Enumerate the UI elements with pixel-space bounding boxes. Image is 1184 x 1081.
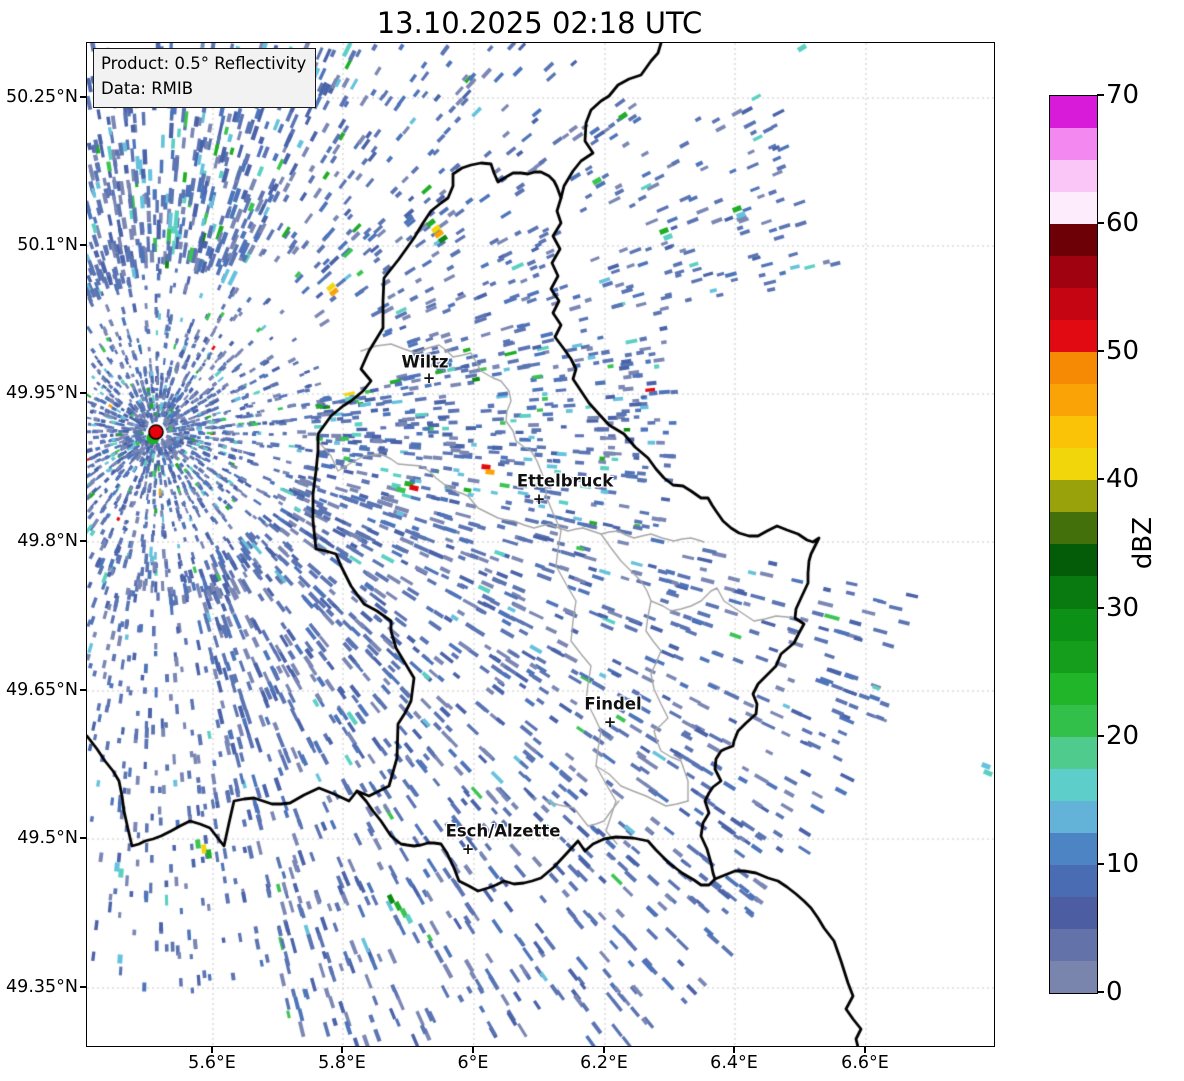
colorbar-tick-label: 50	[1106, 336, 1140, 367]
colorbar-tickmark	[1097, 606, 1104, 609]
colorbar-tick-label: 10	[1106, 848, 1140, 879]
city-marker: +	[532, 490, 546, 508]
lat-tickmark	[80, 244, 86, 246]
colorbar-segment	[1050, 128, 1097, 161]
lat-tick-label: 49.95°N	[6, 383, 78, 403]
lon-tickmark	[341, 1047, 343, 1053]
colorbar-segment	[1050, 544, 1097, 577]
colorbar-tick-label: 20	[1106, 720, 1140, 751]
colorbar-segment	[1050, 384, 1097, 417]
colorbar-tick-label: 30	[1106, 592, 1140, 623]
colorbar-segment	[1050, 672, 1097, 705]
colorbar-tickmark	[1097, 862, 1104, 865]
map-frame: Product: 0.5° Reflectivity Data: RMIB	[86, 42, 995, 1047]
colorbar-segment	[1050, 640, 1097, 673]
colorbar-tickmark	[1097, 222, 1104, 225]
colorbar-segment	[1050, 768, 1097, 801]
lat-tickmark	[80, 96, 86, 98]
lat-tick-label: 49.35°N	[6, 977, 78, 997]
colorbar-tickmark	[1097, 478, 1104, 481]
colorbar-segment	[1050, 576, 1097, 609]
lat-tick-label: 49.65°N	[6, 680, 78, 700]
colorbar-segment	[1050, 448, 1097, 481]
page-title: 13.10.2025 02:18 UTC	[376, 6, 703, 40]
colorbar-segment	[1050, 288, 1097, 321]
colorbar-title: dBZ	[1128, 516, 1158, 570]
colorbar-segment	[1050, 832, 1097, 865]
lon-tickmark	[211, 1047, 213, 1053]
info-product-line: Product: 0.5° Reflectivity	[101, 54, 307, 73]
colorbar-segment	[1050, 480, 1097, 513]
colorbar-segment	[1050, 320, 1097, 353]
colorbar-segment	[1050, 96, 1097, 129]
lon-tickmark	[472, 1047, 474, 1053]
lat-tick-label: 50.1°N	[17, 235, 78, 255]
city-label: Ettelbruck	[516, 471, 614, 491]
lon-tickmark	[733, 1047, 735, 1053]
lon-tickmark	[864, 1047, 866, 1053]
colorbar-segment	[1050, 256, 1097, 289]
colorbar-segment	[1050, 416, 1097, 449]
colorbar	[1049, 95, 1098, 994]
radar-page: 13.10.2025 02:18 UTC Product: 0.5° Refle…	[0, 0, 1184, 1081]
info-data-line: Data: RMIB	[101, 78, 194, 98]
lon-tick-label: 6°E	[457, 1053, 489, 1073]
lat-tickmark	[80, 986, 86, 988]
colorbar-segment	[1050, 352, 1097, 385]
city-marker: +	[422, 369, 436, 387]
colorbar-segment	[1050, 928, 1097, 961]
colorbar-segment	[1050, 224, 1097, 257]
colorbar-segment	[1050, 192, 1097, 225]
colorbar-segment	[1050, 608, 1097, 641]
lat-tick-label: 49.5°N	[17, 828, 78, 848]
colorbar-tickmark	[1097, 350, 1104, 353]
colorbar-segment	[1050, 960, 1097, 993]
colorbar-segment	[1050, 864, 1097, 897]
colorbar-tick-label: 70	[1106, 80, 1140, 110]
colorbar-segment	[1050, 736, 1097, 769]
lat-tickmark	[80, 392, 86, 394]
colorbar-tick-label: 40	[1106, 464, 1140, 495]
lat-tickmark	[80, 837, 86, 839]
lon-tickmark	[603, 1047, 605, 1053]
lon-tick-label: 5.8°E	[318, 1053, 366, 1073]
lat-tick-label: 49.8°N	[17, 531, 78, 551]
city-label: Findel	[584, 694, 642, 714]
colorbar-segment	[1050, 896, 1097, 929]
info-box: Product: 0.5° Reflectivity Data: RMIB	[93, 48, 317, 108]
colorbar-segment	[1050, 512, 1097, 545]
lon-tick-label: 6.4°E	[710, 1053, 758, 1073]
colorbar-segment	[1050, 160, 1097, 193]
lat-tick-label: 50.25°N	[6, 87, 78, 107]
colorbar-tickmark	[1097, 734, 1104, 737]
colorbar-tickmark	[1097, 94, 1104, 96]
colorbar-tickmark	[1097, 991, 1104, 993]
lon-tick-label: 6.2°E	[580, 1053, 628, 1073]
lon-tick-label: 5.6°E	[188, 1053, 236, 1073]
map-canvas	[87, 43, 994, 1046]
city-label: Esch/Alzette	[445, 821, 561, 841]
colorbar-segment	[1050, 704, 1097, 737]
city-marker: +	[603, 713, 617, 731]
city-marker: +	[461, 840, 475, 858]
colorbar-tick-label: 0	[1106, 977, 1123, 1007]
lat-tickmark	[80, 540, 86, 542]
colorbar-segment	[1050, 800, 1097, 833]
lat-tickmark	[80, 689, 86, 691]
colorbar-tick-label: 60	[1106, 208, 1140, 239]
lon-tick-label: 6.6°E	[841, 1053, 889, 1073]
